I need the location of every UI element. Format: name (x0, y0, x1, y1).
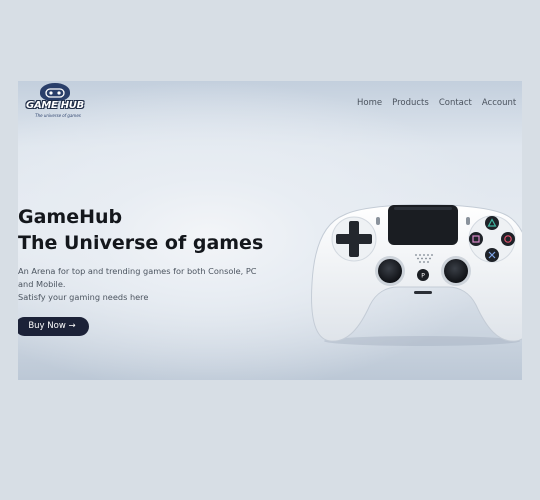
hero-desc-line: An Arena for top and trending games for … (18, 266, 257, 276)
nav-products-link[interactable]: Products (392, 98, 429, 108)
brand-logo[interactable]: GAME HUB The universe of games (23, 83, 85, 123)
gamepad-logo-icon (40, 83, 70, 101)
nav-contact-link[interactable]: Contact (439, 98, 472, 108)
gamepad-controller-icon: P (310, 195, 522, 347)
logo-subtitle: The universe of games (35, 113, 81, 118)
hero-description: An Arena for top and trending games for … (18, 265, 274, 304)
hero-title-tagline: The Universe of games (18, 232, 264, 254)
nav-account-link[interactable]: Account (482, 98, 516, 108)
nav-home-link[interactable]: Home (357, 98, 382, 108)
landing-page: GAME HUB The universe of games Home Prod… (18, 81, 522, 380)
svg-text:P: P (421, 273, 425, 280)
top-nav: Home Products Contact Account (357, 98, 522, 108)
hero-desc-line: Satisfy your gaming needs here (18, 292, 149, 302)
hero-title: GameHub The Universe of games (18, 204, 263, 256)
hero-title-brand: GameHub (18, 206, 123, 228)
buy-now-button[interactable]: Buy Now → (18, 317, 89, 336)
logo-title: GAME HUB (26, 100, 84, 111)
hero-desc-line: and Mobile. (18, 279, 66, 289)
